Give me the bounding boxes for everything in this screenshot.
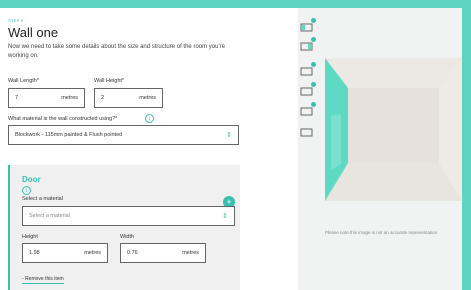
thumb-badge-1 xyxy=(311,18,316,23)
top-accent-bar xyxy=(0,0,471,8)
wall-height-input[interactable]: 2 metres xyxy=(94,88,163,108)
select-arrows-icon: ⇕ xyxy=(226,132,232,139)
wall-length-input[interactable]: 7 metres xyxy=(8,88,85,108)
wall-height-label: Wall Height* xyxy=(94,78,125,84)
preview-note: Please note this image is not an accurat… xyxy=(325,230,438,235)
door-width-input[interactable]: 0.76 metres xyxy=(120,243,206,263)
wall-material-value: Blockwork - 115mm painted & Flush pointe… xyxy=(15,132,123,138)
door-height-label: Height xyxy=(22,234,38,240)
wall-height-unit: metres xyxy=(139,95,156,101)
wall-length-label: Wall Length* xyxy=(8,78,39,84)
door-info-icon[interactable]: i xyxy=(22,186,31,195)
material-question: What material is the wall constructed us… xyxy=(8,116,118,122)
door-material-select[interactable]: Select a material ⇕ xyxy=(22,206,235,226)
wall-thumbnail-4[interactable] xyxy=(300,87,313,96)
wall-form-panel: STEP 5 Wall one Now we need to take some… xyxy=(0,8,298,290)
step-label: STEP 5 xyxy=(8,18,24,23)
wall-thumbnail-1[interactable] xyxy=(300,23,313,32)
app: STEP 5 Wall one Now we need to take some… xyxy=(0,0,471,290)
remove-item-link[interactable]: - Remove this item xyxy=(22,276,64,284)
door-height-value: 1.98 xyxy=(29,250,40,256)
wall-thumbnail-2[interactable] xyxy=(300,42,313,51)
wall-thumbnail-5[interactable] xyxy=(300,107,313,116)
door-select-arrows-icon: ⇕ xyxy=(222,213,228,220)
door-material-label: Select a material xyxy=(22,196,63,202)
wall-length-unit: metres xyxy=(61,95,78,101)
wall-thumbnail-6[interactable] xyxy=(300,128,313,137)
preview-panel: Please note this image is not an accurat… xyxy=(298,8,462,290)
wall-height-value: 2 xyxy=(101,95,105,101)
door-height-input[interactable]: 1.98 metres xyxy=(22,243,108,263)
door-material-placeholder: Select a material xyxy=(29,213,70,219)
thumb-badge-5 xyxy=(311,102,316,107)
door-title: Door xyxy=(22,175,41,184)
page-description: Now we need to take some details about t… xyxy=(8,44,225,59)
wall-thumbnail-3[interactable] xyxy=(300,67,313,76)
thumb-badge-2 xyxy=(311,37,316,42)
page-title: Wall one xyxy=(8,25,59,40)
thumb-badge-4 xyxy=(311,82,316,87)
wall-length-value: 7 xyxy=(15,95,19,101)
wall-material-select[interactable]: Blockwork - 115mm painted & Flush pointe… xyxy=(8,125,239,145)
thumb-badge-3 xyxy=(311,62,316,67)
right-accent-bar xyxy=(462,0,471,290)
door-width-label: Width xyxy=(120,234,135,240)
door-card: Door i Select a material + Select a mate… xyxy=(8,165,240,290)
door-width-value: 0.76 xyxy=(127,250,138,256)
door-width-unit: metres xyxy=(182,250,199,256)
info-icon[interactable]: i xyxy=(145,114,154,123)
room-preview-image xyxy=(325,58,462,201)
door-height-unit: metres xyxy=(84,250,101,256)
